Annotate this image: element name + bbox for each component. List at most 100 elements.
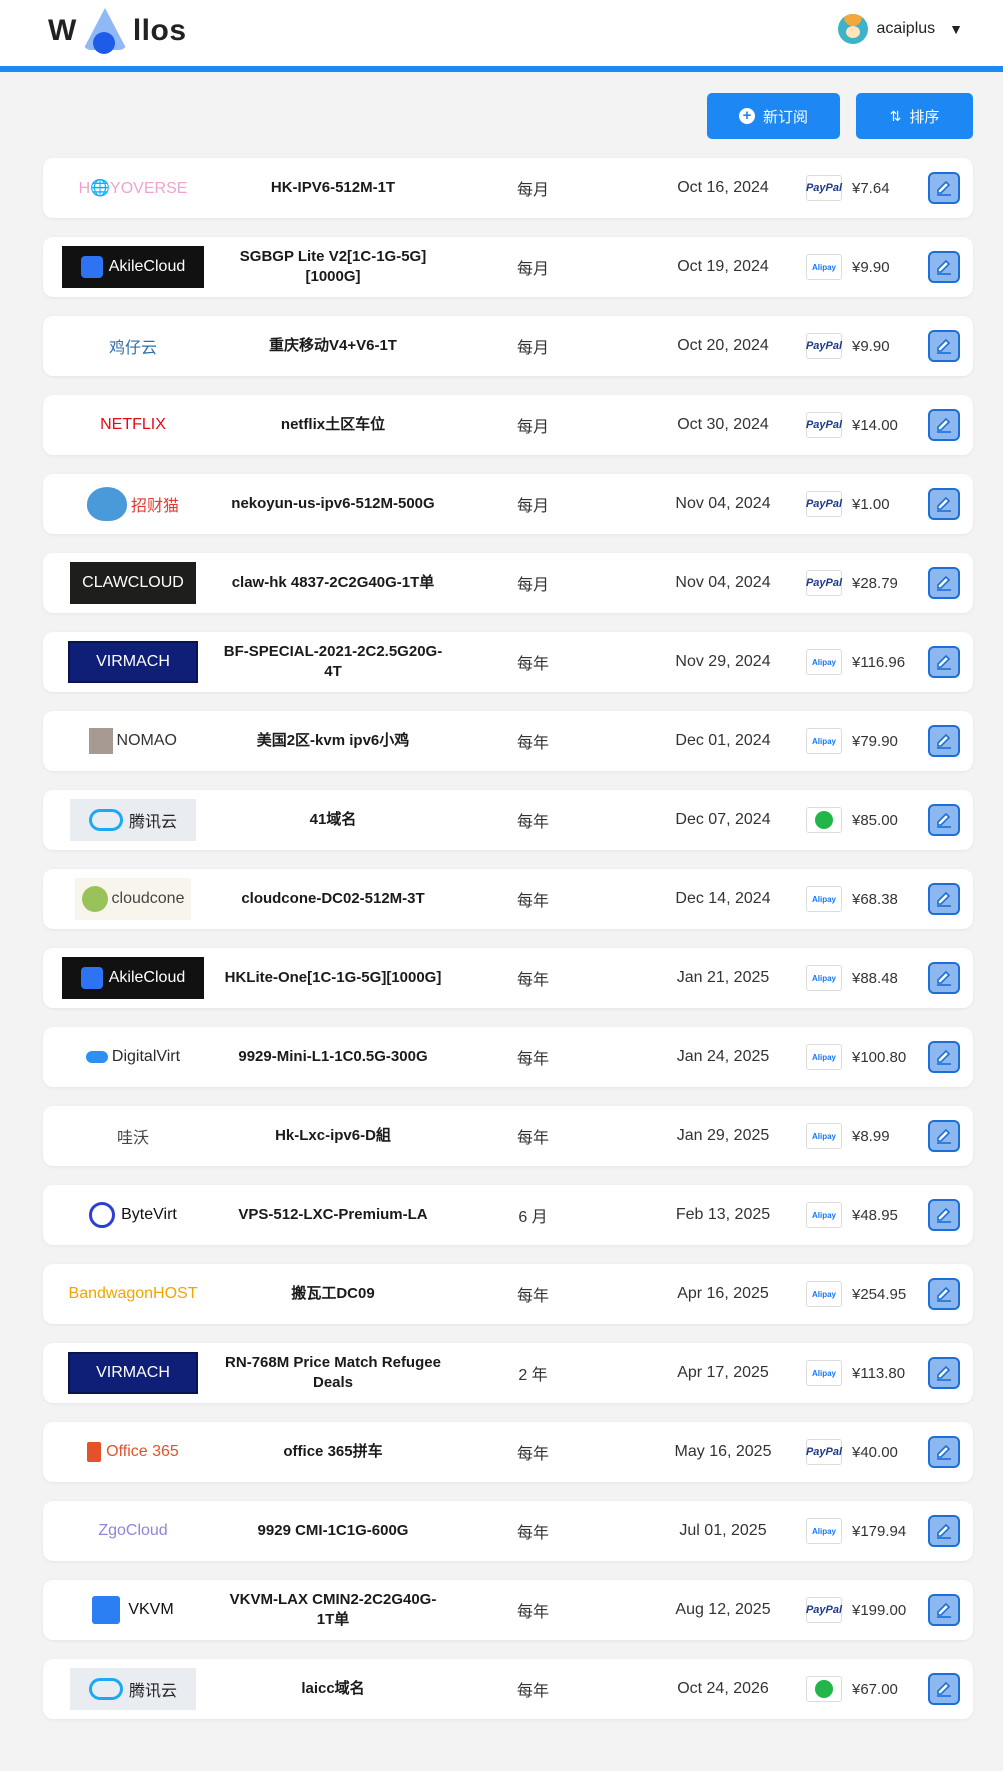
subscription-name: laicc域名 bbox=[301, 1680, 365, 1697]
next-payment-date: Nov 04, 2024 bbox=[675, 574, 771, 591]
provider-logo-text: BandwagonHOST bbox=[68, 1285, 198, 1302]
alipay-icon: Alipay bbox=[806, 728, 842, 754]
subscription-row[interactable]: VIRMACH BF-SPECIAL-2021-2C2.5G20G-4T 每年 … bbox=[43, 632, 973, 692]
edit-button[interactable] bbox=[927, 158, 961, 218]
payment-method: Alipay bbox=[806, 1106, 842, 1166]
subscription-name: VPS-512-LXC-Premium-LA bbox=[238, 1206, 428, 1223]
wallos-logo[interactable]: W llos bbox=[48, 6, 187, 56]
subscription-row[interactable]: VIRMACH RN-768M Price Match Refugee Deal… bbox=[43, 1343, 973, 1403]
subscription-row[interactable]: 鸡仔云 重庆移动V4+V6-1T 每月 Oct 20, 2024 PayPal … bbox=[43, 316, 973, 376]
subscription-row[interactable]: AkileCloud SGBGP Lite V2[1C-1G-5G][1000G… bbox=[43, 237, 973, 297]
provider-logo: DigitalVirt bbox=[53, 1027, 213, 1087]
billing-cycle: 每年 bbox=[516, 656, 549, 673]
edit-icon bbox=[928, 804, 960, 836]
subscription-row[interactable]: DigitalVirt 9929-Mini-L1-1C0.5G-300G 每年 … bbox=[43, 1027, 973, 1087]
subscription-row[interactable]: 招财猫 nekoyun-us-ipv6-512M-500G 每月 Nov 04,… bbox=[43, 474, 973, 534]
subscription-row[interactable]: AkileCloud HKLite-One[1C-1G-5G][1000G] 每… bbox=[43, 948, 973, 1008]
subscription-row[interactable]: Office 365 office 365拼车 每年 May 16, 2025 … bbox=[43, 1422, 973, 1482]
provider-logo: Office 365 bbox=[53, 1422, 213, 1482]
subscription-row[interactable]: H🌐YOVERSE HK-IPV6-512M-1T 每月 Oct 16, 202… bbox=[43, 158, 973, 218]
next-payment-date: Feb 13, 2025 bbox=[675, 1206, 771, 1223]
payment-method: PayPal bbox=[806, 1422, 842, 1482]
provider-logo-text: DigitalVirt bbox=[111, 1048, 181, 1065]
edit-icon bbox=[928, 883, 960, 915]
payment-method: Alipay bbox=[806, 1501, 842, 1561]
edit-button[interactable] bbox=[927, 790, 961, 850]
sort-button[interactable]: ⇅ 排序 bbox=[856, 93, 973, 139]
subscription-row[interactable]: NOMAO 美国2区-kvm ipv6小鸡 每年 Dec 01, 2024 Al… bbox=[43, 711, 973, 771]
edit-icon bbox=[928, 1436, 960, 1468]
alipay-icon: Alipay bbox=[806, 886, 842, 912]
paypal-icon: PayPal bbox=[806, 175, 842, 201]
subscription-row[interactable]: VKVM VKVM-LAX CMIN2-2C2G40G-1T单 每年 Aug 1… bbox=[43, 1580, 973, 1640]
edit-button[interactable] bbox=[927, 1501, 961, 1561]
edit-button[interactable] bbox=[927, 395, 961, 455]
subscription-name: BF-SPECIAL-2021-2C2.5G20G-4T bbox=[223, 643, 443, 680]
edit-button[interactable] bbox=[927, 869, 961, 929]
edit-icon bbox=[928, 172, 960, 204]
edit-button[interactable] bbox=[927, 553, 961, 613]
price: ¥14.00 bbox=[852, 416, 898, 434]
payment-method: Alipay bbox=[806, 1343, 842, 1403]
subscription-row[interactable]: 腾讯云 laicc域名 每年 Oct 24, 2026 ¥67.00 bbox=[43, 1659, 973, 1719]
subscription-name: cloudcone-DC02-512M-3T bbox=[241, 890, 425, 907]
edit-button[interactable] bbox=[927, 1106, 961, 1166]
edit-button[interactable] bbox=[927, 474, 961, 534]
billing-cycle: 每月 bbox=[516, 498, 549, 515]
edit-button[interactable] bbox=[927, 711, 961, 771]
provider-logo: CLAWCLOUD bbox=[53, 553, 213, 613]
provider-logo: 鸡仔云 bbox=[53, 316, 213, 376]
provider-logo-text: 招财猫 bbox=[130, 498, 179, 515]
subscription-row[interactable]: CLAWCLOUD claw-hk 4837-2C2G40G-1T单 每月 No… bbox=[43, 553, 973, 613]
edit-button[interactable] bbox=[927, 632, 961, 692]
payment-method: Alipay bbox=[806, 632, 842, 692]
edit-button[interactable] bbox=[927, 1659, 961, 1719]
provider-logo-text: Office 365 bbox=[106, 1443, 179, 1460]
price: ¥40.00 bbox=[852, 1443, 898, 1461]
edit-button[interactable] bbox=[927, 237, 961, 297]
edit-button[interactable] bbox=[927, 1264, 961, 1324]
subscription-row[interactable]: NETFLIX netflix土区车位 每月 Oct 30, 2024 PayP… bbox=[43, 395, 973, 455]
next-payment-date: Jul 01, 2025 bbox=[679, 1522, 767, 1539]
billing-cycle: 每年 bbox=[516, 1525, 549, 1542]
payment-method: PayPal bbox=[806, 395, 842, 455]
provider-logo-text: 腾讯云 bbox=[128, 814, 177, 831]
edit-button[interactable] bbox=[927, 1343, 961, 1403]
edit-button[interactable] bbox=[927, 948, 961, 1008]
edit-button[interactable] bbox=[927, 1580, 961, 1640]
price: ¥68.38 bbox=[852, 890, 898, 908]
subscription-row[interactable]: 腾讯云 41域名 每年 Dec 07, 2024 ¥85.00 bbox=[43, 790, 973, 850]
price: ¥199.00 bbox=[852, 1601, 907, 1619]
price: ¥88.48 bbox=[852, 969, 898, 987]
edit-button[interactable] bbox=[927, 1185, 961, 1245]
payment-method: PayPal bbox=[806, 1580, 842, 1640]
edit-button[interactable] bbox=[927, 1027, 961, 1087]
edit-button[interactable] bbox=[927, 1422, 961, 1482]
alipay-icon: Alipay bbox=[806, 1281, 842, 1307]
edit-icon bbox=[928, 567, 960, 599]
next-payment-date: Oct 19, 2024 bbox=[677, 258, 769, 275]
subscription-row[interactable]: BandwagonHOST 搬瓦工DC09 每年 Apr 16, 2025 Al… bbox=[43, 1264, 973, 1324]
next-payment-date: Jan 29, 2025 bbox=[676, 1127, 770, 1144]
payment-method bbox=[806, 790, 842, 850]
provider-logo: NOMAO bbox=[53, 711, 213, 771]
subscription-row[interactable]: ByteVirt VPS-512-LXC-Premium-LA 6 月 Feb … bbox=[43, 1185, 973, 1245]
provider-logo: 腾讯云 bbox=[53, 1659, 213, 1719]
provider-logo-text: H🌐YOVERSE bbox=[78, 180, 188, 197]
payment-method: Alipay bbox=[806, 948, 842, 1008]
provider-logo-text: VIRMACH bbox=[96, 1364, 170, 1381]
subscription-row[interactable]: 哇沃 Hk-Lxc-ipv6-D組 每年 Jan 29, 2025 Alipay… bbox=[43, 1106, 973, 1166]
subscription-row[interactable]: cloudcone cloudcone-DC02-512M-3T 每年 Dec … bbox=[43, 869, 973, 929]
new-subscription-button[interactable]: + 新订阅 bbox=[707, 93, 840, 139]
sort-label: 排序 bbox=[909, 108, 940, 126]
user-menu[interactable]: acaiplus ▼ bbox=[838, 14, 963, 44]
price: ¥116.96 bbox=[852, 653, 906, 671]
payment-method: PayPal bbox=[806, 316, 842, 376]
subscription-name: office 365拼车 bbox=[283, 1443, 383, 1460]
subscription-row[interactable]: ZgoCloud 9929 CMI-1C1G-600G 每年 Jul 01, 2… bbox=[43, 1501, 973, 1561]
billing-cycle: 每月 bbox=[516, 419, 549, 436]
next-payment-date: Jan 24, 2025 bbox=[676, 1048, 770, 1065]
edit-button[interactable] bbox=[927, 316, 961, 376]
edit-icon bbox=[928, 1278, 960, 1310]
paypal-icon: PayPal bbox=[806, 412, 842, 438]
